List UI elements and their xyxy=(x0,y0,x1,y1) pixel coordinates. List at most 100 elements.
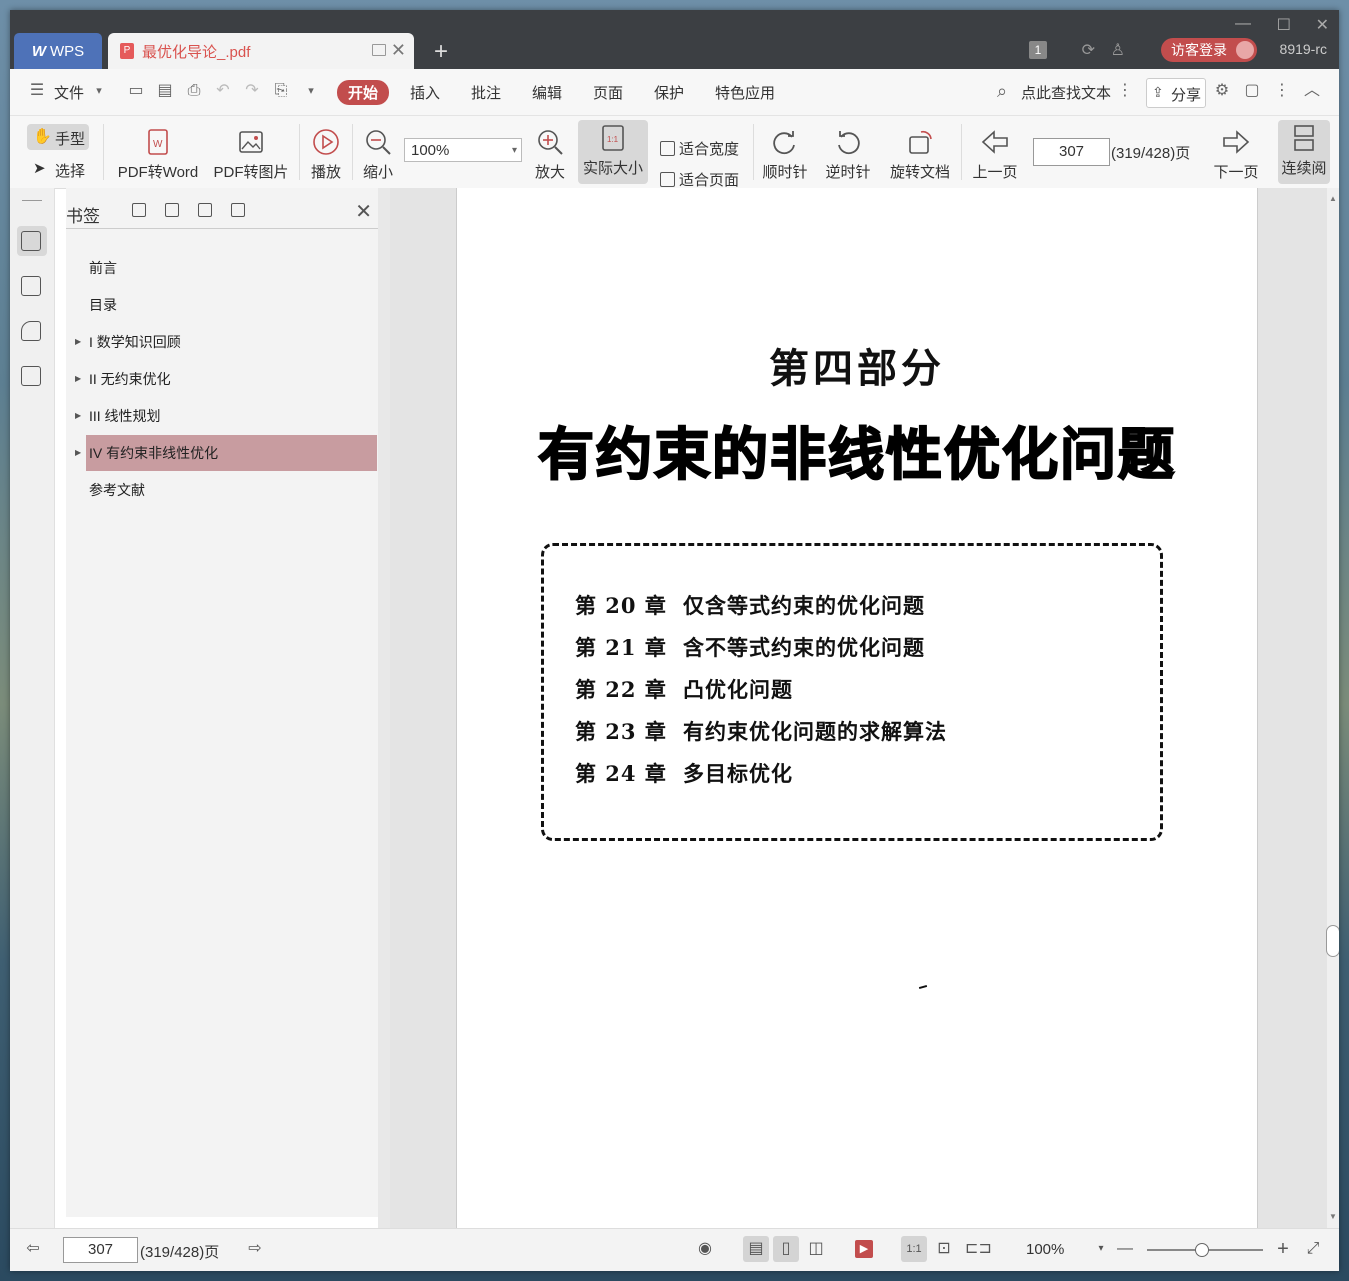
fit-width-icon[interactable]: ⊏⊐ xyxy=(965,1240,992,1258)
zoom-slider[interactable] xyxy=(1147,1243,1263,1257)
add-bookmark-icon[interactable] xyxy=(198,203,212,217)
bookmark-panel-icon[interactable] xyxy=(21,231,41,251)
continuous-read-button[interactable]: 连续阅 xyxy=(1278,120,1330,184)
select-tool-button[interactable]: ➤ 选择 xyxy=(30,158,92,182)
wps-home-tab[interactable]: W WPS xyxy=(14,33,102,69)
tab-start[interactable]: 开始 xyxy=(337,80,390,105)
maximize-button[interactable]: ☐ xyxy=(1277,15,1291,35)
export-icon[interactable]: ⎘ xyxy=(272,82,290,100)
pdf-to-image-button[interactable]: PDF转图片 xyxy=(212,116,290,188)
search-icon[interactable]: ⌕ xyxy=(993,82,1011,100)
bookmark-item[interactable]: ▶ II 无约束优化 xyxy=(75,361,377,397)
cloud-sync-icon[interactable]: ⟳ xyxy=(1082,40,1095,60)
bookmark-settings-icon[interactable] xyxy=(231,203,245,217)
bookmark-item[interactable]: 参考文献 xyxy=(86,472,377,508)
rotate-counter-button[interactable]: 逆时针 xyxy=(824,116,872,188)
tab-page[interactable]: 页面 xyxy=(593,82,623,103)
annotation-panel-icon[interactable] xyxy=(21,321,41,341)
document-viewport[interactable]: 第四部分 有约束的非线性优化问题 第 20 章仅含等式约束的优化问题 第 21 … xyxy=(390,188,1327,1228)
part-title: 有约束的非线性优化问题 xyxy=(537,422,1176,489)
more-dropdown-icon[interactable]: ▾ xyxy=(302,82,320,100)
login-button[interactable]: 访客登录 xyxy=(1161,38,1257,62)
float-window-icon[interactable] xyxy=(372,44,386,56)
more-vertical-icon-2[interactable]: ⋮ xyxy=(1273,82,1291,100)
tab-annotate[interactable]: 批注 xyxy=(471,82,501,103)
bookmark-item[interactable]: ▶ I 数学知识回顾 xyxy=(75,324,377,360)
continuous-view-icon[interactable]: ▤ xyxy=(747,1240,765,1258)
signature-panel-icon[interactable] xyxy=(21,366,41,386)
previous-page-icon[interactable]: ⇦ xyxy=(24,1240,42,1258)
zoom-in-button[interactable]: 放大 xyxy=(530,116,570,188)
two-page-icon[interactable]: ◫ xyxy=(807,1240,825,1258)
scroll-down-arrow-icon[interactable]: ▼ xyxy=(1329,1212,1337,1221)
file-menu[interactable]: 文件 xyxy=(54,82,84,103)
comment-icon[interactable]: ▢ xyxy=(1243,82,1261,100)
redo-icon[interactable]: ↷ xyxy=(243,82,261,100)
undo-icon[interactable]: ↶ xyxy=(214,82,232,100)
new-tab-button[interactable]: + xyxy=(434,38,448,66)
rotate-clockwise-button[interactable]: 顺时针 xyxy=(761,116,809,188)
expand-arrow-icon[interactable]: ▶ xyxy=(75,361,81,397)
search-text-field[interactable]: 点此查找文本 xyxy=(1021,82,1111,103)
zoom-select[interactable]: 100% ▾ xyxy=(404,138,522,162)
pdf-to-word-button[interactable]: W PDF转Word xyxy=(112,116,204,188)
tab-protect[interactable]: 保护 xyxy=(654,82,684,103)
hamburger-menu-icon[interactable]: ☰ xyxy=(28,82,46,100)
share-button[interactable]: ⇪ 分享 xyxy=(1146,78,1206,108)
zoom-dropdown-icon[interactable]: ▾ xyxy=(1092,1240,1110,1258)
rotate-document-button[interactable]: 旋转文档 xyxy=(887,116,953,188)
expand-all-icon[interactable] xyxy=(132,203,146,217)
more-vertical-icon[interactable]: ⋮ xyxy=(1116,82,1134,100)
bookmark-item[interactable]: 前言 xyxy=(86,250,377,286)
skin-icon[interactable]: ♙ xyxy=(1111,40,1125,60)
tab-features[interactable]: 特色应用 xyxy=(715,82,775,103)
hand-tool-button[interactable]: ✋ 手型 xyxy=(27,124,89,150)
zoom-out-minus-icon[interactable]: — xyxy=(1116,1240,1134,1258)
collapse-all-icon[interactable] xyxy=(165,203,179,217)
expand-arrow-icon[interactable]: ▶ xyxy=(75,324,81,360)
minimize-button[interactable]: — xyxy=(1235,15,1251,33)
zoom-in-plus-icon[interactable]: + xyxy=(1274,1239,1292,1259)
play-icon[interactable]: ▶ xyxy=(855,1240,873,1258)
previous-page-button[interactable]: 上一页 xyxy=(970,116,1020,188)
play-button[interactable]: 播放 xyxy=(306,116,346,188)
zoom-out-button[interactable]: 缩小 xyxy=(358,116,398,188)
save-icon[interactable]: ▤ xyxy=(156,82,174,100)
panel-splitter[interactable] xyxy=(378,188,390,1228)
close-window-button[interactable]: ✕ xyxy=(1316,15,1329,35)
expand-arrow-icon[interactable]: ▶ xyxy=(75,398,81,434)
bookmark-item[interactable]: 目录 xyxy=(86,287,377,323)
eye-protection-icon[interactable]: ◉ xyxy=(696,1240,714,1258)
tab-insert[interactable]: 插入 xyxy=(410,82,440,103)
open-folder-icon[interactable]: ▭ xyxy=(127,82,145,100)
settings-gear-icon[interactable]: ⚙ xyxy=(1213,82,1231,100)
next-page-icon[interactable]: ⇨ xyxy=(246,1240,264,1258)
close-panel-icon[interactable]: ✕ xyxy=(355,199,372,224)
single-page-icon[interactable]: ▯ xyxy=(777,1240,795,1258)
scroll-thumb[interactable] xyxy=(1326,925,1339,957)
actual-size-icon[interactable]: 1:1 xyxy=(905,1240,923,1258)
expand-arrow-icon[interactable]: ▶ xyxy=(75,435,81,471)
chevron-down-icon[interactable]: ▾ xyxy=(90,82,108,100)
vertical-scrollbar[interactable]: ▲ ▼ xyxy=(1326,188,1339,1228)
actual-size-button[interactable]: 1:1 实际大小 xyxy=(578,120,648,184)
status-zoom-value[interactable]: 100% xyxy=(1026,1241,1064,1258)
print-icon[interactable]: ⎙ xyxy=(185,82,203,100)
tab-edit[interactable]: 编辑 xyxy=(532,82,562,103)
close-tab-icon[interactable]: ✕ xyxy=(391,40,406,61)
document-tab[interactable]: P 最优化导论_.pdf ✕ xyxy=(108,33,414,69)
collapse-ribbon-icon[interactable]: ︿ xyxy=(1303,82,1321,100)
fullscreen-icon[interactable]: ⤢ xyxy=(1304,1240,1322,1258)
thumbnail-panel-icon[interactable] xyxy=(21,276,41,296)
next-page-button[interactable]: 下一页 xyxy=(1211,116,1261,188)
fit-width-button[interactable]: 适合宽度 xyxy=(660,138,739,159)
bookmark-item[interactable]: ▶ III 线性规划 xyxy=(75,398,377,434)
status-page-input[interactable]: 307 xyxy=(63,1237,138,1263)
fit-page-button[interactable]: 适合页面 xyxy=(660,169,739,190)
scroll-up-arrow-icon[interactable]: ▲ xyxy=(1329,194,1337,203)
bookmark-item-selected[interactable]: ▶ IV 有约束非线性优化 xyxy=(75,435,377,471)
page-number-input[interactable]: 307 xyxy=(1033,138,1110,166)
window-count-badge[interactable]: 1 xyxy=(1029,41,1047,59)
zoom-slider-knob[interactable] xyxy=(1195,1243,1209,1257)
fit-page-icon[interactable]: ⊡ xyxy=(935,1240,953,1258)
